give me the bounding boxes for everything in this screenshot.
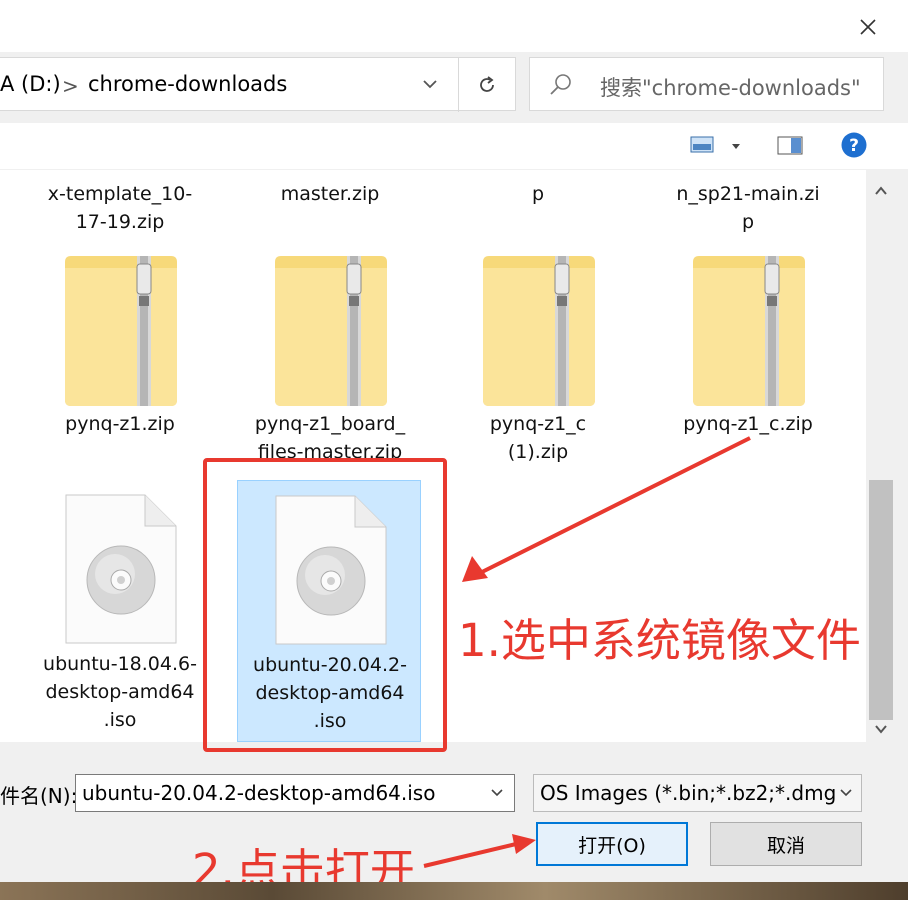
filter-chevron-down-icon[interactable] [837,783,855,805]
file-item-pynq-z1-c[interactable]: pynq-z1_c.zip [658,250,838,460]
filename-history-chevron-down-icon[interactable] [488,783,506,805]
file-name: master.zip [280,183,380,205]
zip-folder-icon [65,256,177,406]
file-name: x-template_10- [47,183,193,205]
highlight-box [203,458,447,752]
annotation-step1: 1.选中系统镜像文件 [458,614,861,667]
toolbar: ? [0,123,908,169]
disc-image-file-icon [65,494,177,644]
file-name: 17-19.zip [75,211,165,233]
list-item[interactable]: p [448,170,628,240]
file-name: pynq-z1_board_ [254,413,406,435]
arrow-annotation-1 [462,436,751,582]
file-name: .iso [103,709,137,731]
help-icon: ? [841,132,867,158]
open-button[interactable]: 打开(O) [536,822,688,866]
view-icon [690,136,714,153]
search-icon [548,72,574,102]
breadcrumb-separator[interactable]: > [62,74,79,98]
file-name: p [531,183,545,205]
cancel-button[interactable]: 取消 [710,822,862,866]
file-item-pynq-z1-c-1[interactable]: pynq-z1_c (1).zip [448,250,628,463]
file-name: pynq-z1.zip [65,413,175,435]
list-item[interactable]: master.zip [240,170,420,240]
list-item[interactable]: x-template_10- 17-19.zip [30,170,210,240]
scroll-up-icon[interactable] [874,182,888,201]
file-name: ubuntu-18.04.6- [43,653,197,675]
refresh-icon [480,76,494,92]
zip-folder-icon [275,256,387,406]
title-bar [0,0,908,52]
breadcrumb-drive[interactable]: A (D:) [0,72,61,96]
breadcrumb-folder[interactable]: chrome-downloads [88,72,287,96]
arrow-annotation-2 [423,834,536,868]
file-type-filter-value[interactable]: OS Images (*.bin;*.bz2;*.dmg; [540,781,843,805]
filename-input[interactable]: ubuntu-20.04.2-desktop-amd64.iso [75,774,515,812]
file-item-pynq-z1[interactable]: pynq-z1.zip [30,250,210,460]
zip-folder-icon [693,256,805,406]
search-box[interactable]: 搜索"chrome-downloads" [529,57,884,111]
file-type-filter-select[interactable]: OS Images (*.bin;*.bz2;*.dmg; [533,774,862,812]
close-icon [860,19,876,35]
file-name: n_sp21-main.zi [676,183,820,205]
search-placeholder[interactable]: 搜索"chrome-downloads" [600,72,861,102]
help-button[interactable]: ? [840,131,868,163]
refresh-button[interactable] [470,71,504,99]
file-item-pynq-z1-board-files[interactable]: pynq-z1_board_ files-master.zip [240,250,420,463]
address-bar[interactable]: A (D:) > chrome-downloads [0,57,516,112]
file-name: p [741,211,755,233]
preview-pane-icon [777,136,803,155]
close-button[interactable] [846,8,890,46]
view-options-chevron-icon[interactable] [730,137,742,156]
divider [458,58,459,112]
vertical-scrollbar[interactable] [866,170,896,742]
change-view-button[interactable] [690,135,718,159]
preview-pane-button[interactable] [777,135,805,161]
zip-folder-icon [483,256,595,406]
address-history-chevron-down-icon[interactable] [418,72,442,96]
file-item-ubuntu-18[interactable]: ubuntu-18.04.6- desktop-amd64 .iso [30,480,210,740]
filename-label: 件名(N): [0,784,78,808]
desktop-background-strip [0,882,908,900]
svg-text:?: ? [849,136,859,156]
list-item[interactable]: n_sp21-main.zi p [658,170,838,240]
file-name: desktop-amd64 [45,681,195,703]
scrollbar-thumb[interactable] [869,480,893,720]
filename-value[interactable]: ubuntu-20.04.2-desktop-amd64.iso [82,781,435,805]
scroll-down-icon[interactable] [874,720,888,739]
